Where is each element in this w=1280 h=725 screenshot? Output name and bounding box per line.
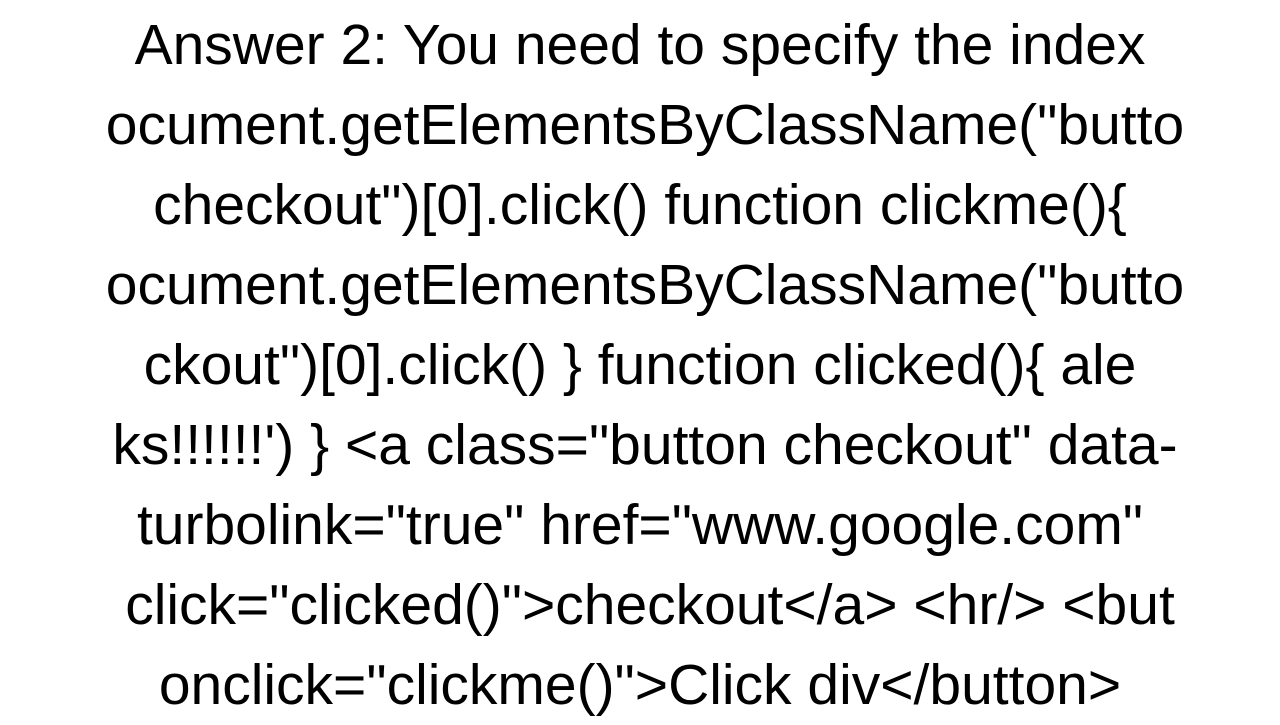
- answer-line-7: turbolink="true" href="www.google.com": [0, 485, 1280, 565]
- answer-line-2: ocument.getElementsByClassName("butto: [0, 85, 1280, 165]
- answer-line-8: click="clicked()">checkout</a> <hr/> <bu…: [0, 565, 1280, 645]
- answer-line-6: ks!!!!!!') } <a class="button checkout" …: [0, 405, 1280, 485]
- answer-line-4: ocument.getElementsByClassName("butto: [0, 245, 1280, 325]
- answer-line-5: ckout")[0].click() } function clicked(){…: [0, 325, 1280, 405]
- answer-line-9: onclick="clickme()">Click div</button>: [0, 645, 1280, 725]
- answer-line-3: checkout")[0].click() function clickme()…: [0, 165, 1280, 245]
- answer-line-1: Answer 2: You need to specify the index: [0, 5, 1280, 85]
